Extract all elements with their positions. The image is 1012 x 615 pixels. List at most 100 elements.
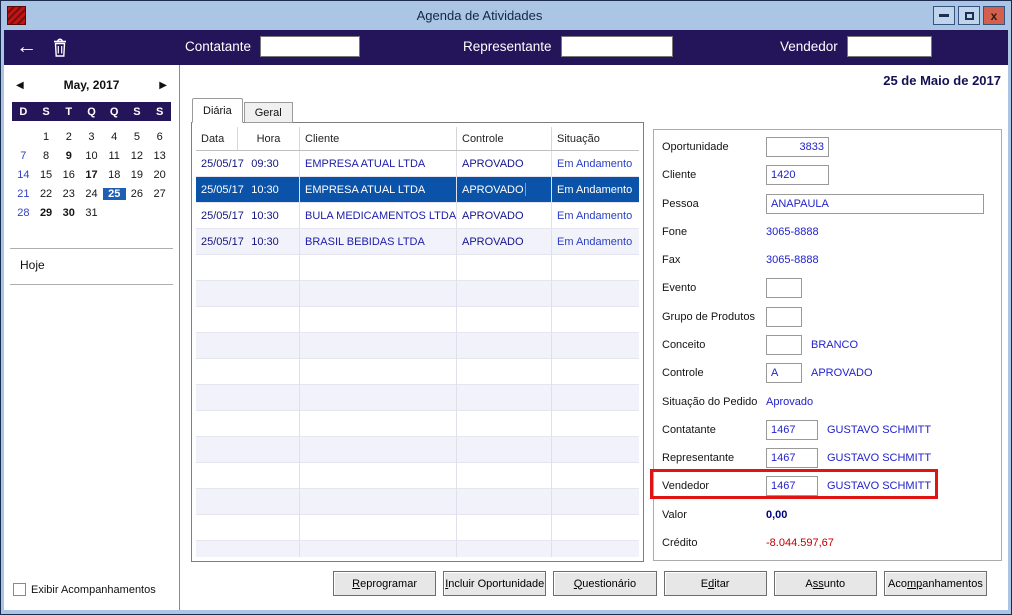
- calendar-day[interactable]: 21: [12, 188, 35, 200]
- cell-hora: 10:30: [251, 183, 279, 196]
- field-label: Vendedor: [662, 480, 710, 493]
- oportunidade-input[interactable]: [766, 137, 829, 157]
- cliente-input[interactable]: [766, 165, 829, 186]
- calendar-title: May, 2017: [63, 78, 120, 92]
- table-body: 25/05/17 09:30 EMPRESA ATUAL LTDA APROVA…: [196, 151, 639, 255]
- minimize-button[interactable]: [933, 6, 955, 25]
- field-cliente: Cliente: [662, 164, 993, 186]
- tab-geral[interactable]: Geral: [243, 102, 293, 123]
- app-window: Agenda de Atividades x ← Contatante Repr…: [0, 0, 1012, 615]
- assunto-button[interactable]: Assunto: [773, 571, 877, 596]
- calendar-day[interactable]: 20: [148, 169, 171, 181]
- calendar-day[interactable]: 5: [126, 131, 149, 143]
- incluir-oportunidade-button[interactable]: Incluir Oportunidade: [443, 571, 547, 596]
- maximize-button[interactable]: [958, 6, 980, 25]
- footer-buttons: Reprogramar Incluir Oportunidade Questio…: [333, 571, 988, 596]
- questionario-button[interactable]: Questionário: [553, 571, 657, 596]
- calendar-day[interactable]: 12: [126, 150, 149, 162]
- contatante-filter-input[interactable]: [260, 36, 361, 57]
- calendar-day[interactable]: 15: [35, 169, 58, 181]
- contatante-filter-label: Contatante: [185, 39, 252, 54]
- field-oportunidade: Oportunidade: [662, 136, 993, 158]
- calendar-day[interactable]: 3: [80, 131, 103, 143]
- reprogramar-button[interactable]: Reprogramar: [333, 571, 437, 596]
- conceito-input[interactable]: [766, 334, 802, 355]
- grupo-produtos-input[interactable]: [766, 306, 802, 327]
- exibir-acompanhamentos-row: Exibir Acompanhamentos: [13, 583, 156, 596]
- calendar-prev-icon[interactable]: ◀: [16, 80, 34, 91]
- calendar-day[interactable]: 31: [80, 207, 103, 219]
- table-row[interactable]: 25/05/17 09:30 EMPRESA ATUAL LTDA APROVA…: [196, 151, 639, 177]
- col-header-cliente[interactable]: Cliente: [299, 127, 456, 150]
- tab-diaria[interactable]: Diária: [192, 98, 243, 123]
- calendar-day[interactable]: 16: [57, 169, 80, 181]
- day-header: D: [19, 105, 28, 118]
- fone-value: 3065-8888: [766, 225, 819, 238]
- day-header: S: [42, 105, 50, 118]
- representante-filter-input[interactable]: [560, 36, 673, 57]
- field-fax: Fax 3065-8888: [662, 249, 993, 271]
- field-label: Conceito: [662, 338, 706, 351]
- calendar-day[interactable]: 13: [148, 150, 171, 162]
- acompanhamentos-button[interactable]: Acompanhamentos: [883, 571, 988, 596]
- calendar-day[interactable]: 17: [80, 169, 103, 181]
- editar-button[interactable]: Editar: [663, 571, 767, 596]
- col-header-data[interactable]: Data: [196, 127, 237, 150]
- representante-input[interactable]: [766, 448, 818, 469]
- field-conceito: Conceito BRANCO: [662, 334, 993, 356]
- cell-data: 25/05/17: [201, 235, 244, 248]
- calendar-day[interactable]: 1: [35, 131, 58, 143]
- table-row[interactable]: 25/05/17 10:30 BULA MEDICAMENTOS LTDA AP…: [196, 203, 639, 229]
- field-label: Grupo de Produtos: [662, 310, 755, 323]
- calendar-day[interactable]: 27: [148, 188, 171, 200]
- controle-description: APROVADO: [811, 367, 873, 380]
- table-row[interactable]: 25/05/17 10:30 BRASIL BEBIDAS LTDA APROV…: [196, 229, 639, 255]
- contatante-input[interactable]: [766, 419, 818, 440]
- calendar-panel: ◀ May, 2017 ▶ D S T Q Q S S 1 2 3 4 5 6 …: [4, 65, 180, 610]
- calendar-day[interactable]: 30: [57, 207, 80, 219]
- col-header-situacao[interactable]: Situação: [551, 127, 639, 150]
- exibir-acompanhamentos-checkbox[interactable]: [13, 583, 26, 596]
- calendar-next-icon[interactable]: ▶: [149, 80, 167, 91]
- calendar-day[interactable]: 7: [12, 150, 35, 162]
- col-header-hora[interactable]: Hora: [237, 127, 299, 150]
- calendar-day[interactable]: 9: [57, 150, 80, 162]
- controle-input[interactable]: [766, 363, 802, 384]
- day-header: Q: [109, 105, 119, 118]
- calendar-day[interactable]: 19: [126, 169, 149, 181]
- evento-input[interactable]: [766, 278, 802, 299]
- cell-controle: APROVADO: [456, 229, 551, 254]
- calendar-day[interactable]: 28: [12, 207, 35, 219]
- calendar-day[interactable]: 8: [35, 150, 58, 162]
- field-credito: Crédito -8.044.597,67: [662, 532, 993, 554]
- calendar-day[interactable]: 6: [148, 131, 171, 143]
- calendar-day[interactable]: 29: [35, 207, 58, 219]
- calendar-day[interactable]: 26: [126, 188, 149, 200]
- field-label: Valor: [662, 508, 687, 521]
- calendar-day[interactable]: 10: [80, 150, 103, 162]
- calendar-day[interactable]: 25: [102, 187, 126, 200]
- calendar-day[interactable]: 22: [35, 188, 58, 200]
- pessoa-input[interactable]: [766, 193, 984, 214]
- field-label: Oportunidade: [662, 141, 729, 153]
- calendar-day[interactable]: 18: [103, 169, 126, 181]
- day-header: S: [155, 105, 164, 118]
- field-controle: Controle APROVADO: [662, 362, 993, 384]
- cell-situacao: Em Andamento: [551, 203, 639, 228]
- calendar-day[interactable]: 4: [103, 131, 126, 143]
- vendedor-input[interactable]: [766, 476, 818, 497]
- col-header-controle[interactable]: Controle: [456, 127, 551, 150]
- exibir-acompanhamentos-label: Exibir Acompanhamentos: [31, 583, 156, 596]
- calendar-day[interactable]: 24: [80, 188, 103, 200]
- back-icon[interactable]: ←: [16, 34, 37, 60]
- calendar-day[interactable]: 2: [57, 131, 80, 143]
- today-button[interactable]: Hoje: [10, 248, 173, 285]
- trash-icon[interactable]: [51, 37, 69, 63]
- close-button[interactable]: x: [983, 6, 1005, 25]
- table-header: Data Hora Cliente Controle Situação: [196, 127, 639, 151]
- vendedor-filter-input[interactable]: [846, 36, 932, 57]
- table-row-selected[interactable]: 25/05/17 10:30 EMPRESA ATUAL LTDA APROVA…: [196, 177, 639, 203]
- calendar-day[interactable]: 23: [57, 188, 80, 200]
- calendar-day[interactable]: 11: [103, 150, 126, 162]
- calendar-day[interactable]: 14: [12, 169, 35, 181]
